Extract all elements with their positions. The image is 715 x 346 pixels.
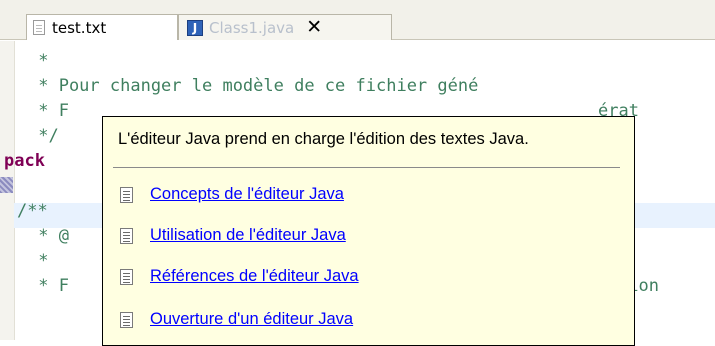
tab-test-txt[interactable]: test.txt <box>26 14 178 40</box>
code-line: * Pour changer le modèle de ce fichier g… <box>28 76 479 96</box>
document-icon <box>120 227 133 244</box>
popup-title: L'éditeur Java prend en charge l'édition… <box>118 130 529 148</box>
document-icon <box>120 268 133 285</box>
folding-marker-icon[interactable] <box>0 177 13 193</box>
help-link-label[interactable]: Ouverture d'un éditeur Java <box>150 310 353 329</box>
document-icon <box>120 186 133 203</box>
help-link[interactable]: Ouverture d'un éditeur Java <box>120 310 353 329</box>
code-line: * F <box>28 101 69 121</box>
code-line: /** <box>17 201 48 221</box>
close-icon[interactable]: ✕ <box>306 18 322 37</box>
help-link[interactable]: Concepts de l'éditeur Java <box>120 185 344 204</box>
editor-tab-bar: test.txt J Class1.java ✕ <box>0 0 715 40</box>
popup-divider <box>113 167 620 168</box>
java-file-icon: J <box>187 19 203 36</box>
code-line: pack <box>4 151 45 171</box>
help-link-label[interactable]: Utilisation de l'éditeur Java <box>150 226 346 245</box>
code-line: * @ <box>28 226 69 246</box>
text-file-icon <box>33 20 45 35</box>
help-link[interactable]: Utilisation de l'éditeur Java <box>120 226 346 245</box>
help-link-label[interactable]: Concepts de l'éditeur Java <box>150 185 344 204</box>
help-link-label[interactable]: Références de l'éditeur Java <box>150 267 359 286</box>
tab-label: test.txt <box>52 18 107 37</box>
code-line: * <box>28 51 49 71</box>
code-line: * F <box>28 276 69 296</box>
tab-label: Class1.java <box>209 18 295 37</box>
tab-class1-java[interactable]: J Class1.java ✕ <box>178 14 392 40</box>
help-link[interactable]: Références de l'éditeur Java <box>120 267 359 286</box>
document-icon <box>120 311 133 328</box>
help-popup: L'éditeur Java prend en charge l'édition… <box>102 116 635 346</box>
code-line: * <box>28 251 49 271</box>
code-line: */ <box>28 126 59 146</box>
